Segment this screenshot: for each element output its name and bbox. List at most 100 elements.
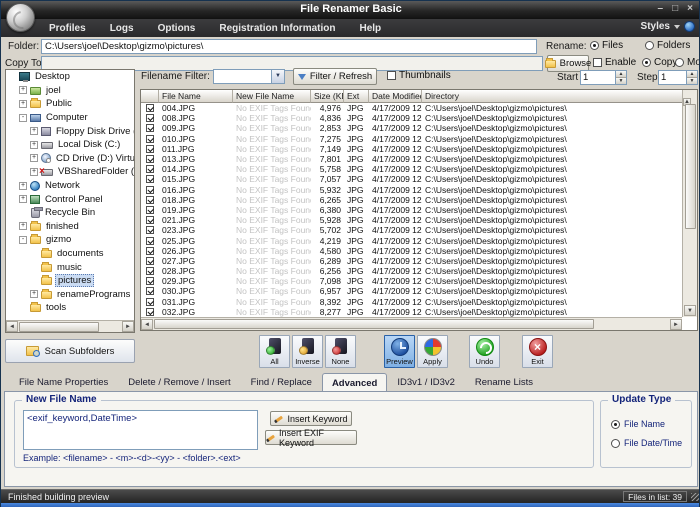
- tree-item-pictures[interactable]: pictures: [6, 274, 134, 288]
- table-row[interactable]: 010.JPGNo EXIF Tags Found7,275JPG4/17/20…: [141, 134, 682, 144]
- header-directory[interactable]: Directory: [422, 90, 682, 103]
- maximize-button[interactable]: □: [672, 2, 678, 16]
- tab-advanced[interactable]: Advanced: [322, 373, 387, 392]
- row-checkbox[interactable]: [146, 186, 154, 194]
- row-checkbox[interactable]: [146, 287, 154, 295]
- menu-item-registration-information[interactable]: Registration Information: [207, 21, 347, 36]
- row-checkbox[interactable]: [146, 135, 154, 143]
- table-row[interactable]: 015.JPGNo EXIF Tags Found7,057JPG4/17/20…: [141, 174, 682, 184]
- tab-rename-lists[interactable]: Rename Lists: [465, 373, 543, 391]
- tree-item-tools[interactable]: tools: [6, 301, 134, 315]
- table-row[interactable]: 014.JPGNo EXIF Tags Found5,758JPG4/17/20…: [141, 164, 682, 174]
- row-checkbox[interactable]: [146, 196, 154, 204]
- tree-item-computer[interactable]: -Computer: [6, 111, 134, 125]
- close-button[interactable]: ×: [687, 2, 693, 16]
- stepper-arrows[interactable]: ▲▼: [615, 71, 626, 84]
- undo-button[interactable]: Undo: [469, 335, 500, 368]
- row-checkbox[interactable]: [146, 206, 154, 214]
- row-checkbox[interactable]: [146, 247, 154, 255]
- table-row[interactable]: 031.JPGNo EXIF Tags Found8,392JPG4/17/20…: [141, 297, 682, 307]
- scroll-left-icon[interactable]: ◄: [141, 319, 153, 330]
- table-row[interactable]: 009.JPGNo EXIF Tags Found2,853JPG4/17/20…: [141, 123, 682, 133]
- scrollbar-thumb[interactable]: [154, 319, 594, 329]
- apply-button[interactable]: Apply: [417, 335, 448, 368]
- select-none-button[interactable]: None: [325, 335, 356, 368]
- select-inverse-button[interactable]: Inverse: [292, 335, 323, 368]
- tree-item-control-panel[interactable]: +Control Panel: [6, 192, 134, 206]
- header-new-file-name[interactable]: New File Name: [233, 90, 311, 103]
- table-row[interactable]: 025.JPGNo EXIF Tags Found4,219JPG4/17/20…: [141, 235, 682, 245]
- tab-id3v1-id3v2[interactable]: ID3v1 / ID3v2: [387, 373, 465, 391]
- tree-item-documents[interactable]: documents: [6, 247, 134, 261]
- header-file-name[interactable]: File Name: [159, 90, 233, 103]
- tree-expand-toggle[interactable]: +: [30, 127, 38, 135]
- tree-item-vbsharedfolder-vboxsvr-z[interactable]: +VBSharedFolder (\\vboxsvr) (Z: [6, 165, 134, 179]
- tree-item-music[interactable]: music: [6, 260, 134, 274]
- row-checkbox[interactable]: [146, 124, 154, 132]
- menu-item-options[interactable]: Options: [146, 21, 208, 36]
- tree-expand-toggle[interactable]: +: [19, 222, 27, 230]
- tree-expand-toggle[interactable]: +: [30, 154, 38, 162]
- row-checkbox[interactable]: [146, 104, 154, 112]
- tree-item-network[interactable]: +Network: [6, 179, 134, 193]
- resize-grip[interactable]: [691, 493, 699, 501]
- table-row[interactable]: 018.JPGNo EXIF Tags Found6,265JPG4/17/20…: [141, 195, 682, 205]
- update-type-file-datetime-radio[interactable]: File Date/Time: [611, 438, 682, 448]
- tree-item-finished[interactable]: +finished: [6, 220, 134, 234]
- tree-item-cd-drive-d-virtualbox-guest[interactable]: +CD Drive (D:) VirtualBox Guest: [6, 152, 134, 166]
- row-checkbox[interactable]: [146, 165, 154, 173]
- exit-button[interactable]: × Exit: [522, 335, 553, 368]
- row-checkbox[interactable]: [146, 226, 154, 234]
- tab-delete-remove-insert[interactable]: Delete / Remove / Insert: [118, 373, 240, 391]
- row-checkbox[interactable]: [146, 216, 154, 224]
- enable-checkbox[interactable]: Enable: [593, 57, 636, 68]
- tree-item-local-disk-c-[interactable]: +Local Disk (C:): [6, 138, 134, 152]
- tab-file-name-properties[interactable]: File Name Properties: [9, 373, 118, 391]
- filename-filter-dropdown[interactable]: ▼: [213, 69, 285, 84]
- rename-folders-radio[interactable]: Folders: [645, 40, 690, 51]
- insert-exif-keyword-button[interactable]: Insert EXIF Keyword: [265, 430, 357, 445]
- scan-subfolders-button[interactable]: Scan Subfolders: [5, 339, 135, 363]
- tree-expand-toggle[interactable]: +: [19, 182, 27, 190]
- tree-item-joel[interactable]: +joel: [6, 84, 134, 98]
- tree-item-desktop[interactable]: Desktop: [6, 70, 134, 84]
- scrollbar-thumb[interactable]: [19, 322, 99, 332]
- header-size[interactable]: Size (KB): [311, 90, 344, 103]
- row-checkbox[interactable]: [146, 267, 154, 275]
- tree-expand-toggle[interactable]: +: [30, 168, 38, 176]
- row-checkbox[interactable]: [146, 308, 154, 316]
- row-checkbox[interactable]: [146, 114, 154, 122]
- start-stepper[interactable]: 1 ▲▼: [580, 70, 627, 85]
- tree-item-recycle-bin[interactable]: Recycle Bin: [6, 206, 134, 220]
- tree-expand-toggle[interactable]: +: [19, 100, 27, 108]
- tree-expand-toggle[interactable]: -: [19, 236, 27, 244]
- scroll-down-icon[interactable]: ▼: [684, 305, 696, 316]
- stepper-arrows[interactable]: ▲▼: [686, 71, 697, 84]
- table-row[interactable]: 028.JPGNo EXIF Tags Found6,256JPG4/17/20…: [141, 266, 682, 276]
- update-type-file-name-radio[interactable]: File Name: [611, 419, 665, 429]
- table-row[interactable]: 026.JPGNo EXIF Tags Found4,580JPG4/17/20…: [141, 246, 682, 256]
- table-vertical-scrollbar[interactable]: ▲ ▼: [682, 90, 697, 317]
- step-stepper[interactable]: 1 ▲▼: [658, 70, 698, 85]
- row-checkbox[interactable]: [146, 277, 154, 285]
- tab-find-replace[interactable]: Find / Replace: [241, 373, 322, 391]
- table-row[interactable]: 016.JPGNo EXIF Tags Found5,932JPG4/17/20…: [141, 185, 682, 195]
- row-checkbox[interactable]: [146, 298, 154, 306]
- table-row[interactable]: 008.JPGNo EXIF Tags Found4,836JPG4/17/20…: [141, 113, 682, 123]
- row-checkbox[interactable]: [146, 175, 154, 183]
- header-date-modified[interactable]: Date Modified: [369, 90, 422, 103]
- row-checkbox[interactable]: [146, 155, 154, 163]
- table-row[interactable]: 019.JPGNo EXIF Tags Found6,380JPG4/17/20…: [141, 205, 682, 215]
- thumbnails-checkbox[interactable]: Thumbnails: [387, 70, 451, 81]
- tree-expand-toggle[interactable]: +: [19, 86, 27, 94]
- scroll-right-icon[interactable]: ►: [670, 319, 682, 330]
- folder-input[interactable]: [41, 39, 537, 54]
- tree-expand-toggle[interactable]: +: [19, 195, 27, 203]
- row-checkbox[interactable]: [146, 145, 154, 153]
- header-ext[interactable]: Ext: [344, 90, 369, 103]
- scroll-left-icon[interactable]: ◄: [6, 321, 18, 332]
- table-row[interactable]: 013.JPGNo EXIF Tags Found7,801JPG4/17/20…: [141, 154, 682, 164]
- table-row[interactable]: 011.JPGNo EXIF Tags Found7,149JPG4/17/20…: [141, 144, 682, 154]
- row-checkbox[interactable]: [146, 237, 154, 245]
- tree-expand-toggle[interactable]: +: [30, 290, 38, 298]
